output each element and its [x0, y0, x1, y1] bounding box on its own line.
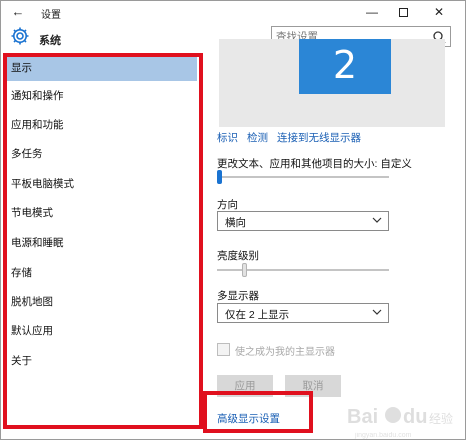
sidebar-item-about[interactable]: 关于 [5, 348, 197, 374]
sidebar-item-power-sleep[interactable]: 电源和睡眠 [5, 230, 197, 256]
maximize-icon [398, 8, 408, 18]
slider-fill [217, 269, 242, 271]
orientation-label: 方向 [217, 199, 238, 211]
sidebar-item-battery-saver[interactable]: 节电模式 [5, 200, 197, 226]
sidebar-item-label: 关于 [11, 355, 32, 367]
watermark-logo: Bai du 经验 jingyan.baidu.com [347, 406, 453, 439]
sidebar-item-label: 显示 [11, 62, 32, 74]
advanced-display-settings-link[interactable]: 高级显示设置 [217, 411, 280, 426]
sidebar-item-label: 电源和睡眠 [11, 237, 64, 249]
sidebar-item-label: 脱机地图 [11, 296, 53, 308]
multi-display-label: 多显示器 [217, 290, 259, 302]
apply-button[interactable]: 应用 [217, 375, 273, 397]
back-button[interactable]: ← [9, 3, 27, 21]
window-title: 设置 [41, 10, 61, 21]
sidebar-item-label: 应用和功能 [11, 119, 64, 131]
close-icon: ✕ [433, 5, 445, 19]
multi-display-value: 仅在 2 上显示 [225, 309, 290, 321]
chevron-down-icon [372, 217, 382, 223]
sidebar-item-multitasking[interactable]: 多任务 [5, 141, 197, 167]
identify-link[interactable]: 标识 [217, 130, 238, 145]
cancel-button[interactable]: 取消 [285, 375, 341, 397]
sidebar-item-label: 默认应用 [11, 325, 53, 337]
connect-wireless-display-link[interactable]: 连接到无线显示器 [277, 130, 361, 145]
scale-slider[interactable] [217, 170, 389, 184]
slider-thumb[interactable] [242, 263, 247, 277]
slider-track [217, 176, 389, 178]
close-button[interactable]: ✕ [424, 1, 454, 23]
sidebar-item-label: 通知和操作 [11, 90, 64, 102]
make-main-display-checkbox[interactable] [217, 343, 230, 356]
sidebar-item-label: 存储 [11, 267, 32, 279]
section-title: 系统 [39, 35, 61, 47]
sidebar-item-tablet-mode[interactable]: 平板电脑模式 [5, 171, 197, 197]
sidebar-item-offline-maps[interactable]: 脱机地图 [5, 289, 197, 315]
detect-link[interactable]: 检测 [247, 130, 268, 145]
chevron-down-icon [372, 309, 382, 315]
maximize-button[interactable] [388, 1, 418, 23]
settings-window: ← 设置 — ✕ 系统 显示 通知和操作 [0, 0, 466, 440]
brightness-label: 亮度级别 [217, 250, 259, 262]
sidebar-item-storage[interactable]: 存储 [5, 260, 197, 286]
svg-text:Bai: Bai [347, 406, 378, 428]
title-bar: ← 设置 — ✕ [1, 1, 465, 23]
multi-display-dropdown[interactable]: 仅在 2 上显示 [217, 303, 389, 323]
monitor-number: 2 [332, 43, 358, 87]
sidebar-item-label: 节电模式 [11, 207, 53, 219]
svg-text:jingyan.baidu.com: jingyan.baidu.com [354, 432, 412, 439]
scale-label: 更改文本、应用和其他项目的大小: 自定义 [217, 158, 412, 170]
sidebar-item-label: 平板电脑模式 [11, 178, 74, 190]
sidebar-item-label: 多任务 [11, 148, 43, 160]
sidebar-item-apps[interactable]: 应用和功能 [5, 112, 197, 138]
minimize-button[interactable]: — [357, 1, 387, 23]
orientation-dropdown[interactable]: 横向 [217, 211, 389, 231]
sidebar: 显示 通知和操作 应用和功能 多任务 平板电脑模式 节电模式 电源和睡眠 存储 … [1, 51, 205, 440]
make-main-display-label: 使之成为我的主显示器 [235, 347, 335, 358]
sidebar-item-notifications[interactable]: 通知和操作 [5, 83, 197, 109]
back-arrow-icon: ← [11, 4, 25, 19]
gear-icon [11, 27, 29, 45]
orientation-value: 横向 [225, 217, 246, 229]
svg-text:du: du [403, 406, 427, 428]
minimize-icon: — [366, 5, 378, 19]
sidebar-item-display[interactable]: 显示 [5, 55, 197, 81]
slider-thumb[interactable] [217, 170, 222, 184]
monitor-tile[interactable]: 2 [299, 39, 391, 94]
svg-text:经验: 经验 [429, 411, 453, 426]
sidebar-item-default-apps[interactable]: 默认应用 [5, 318, 197, 344]
brightness-slider[interactable] [217, 263, 389, 277]
